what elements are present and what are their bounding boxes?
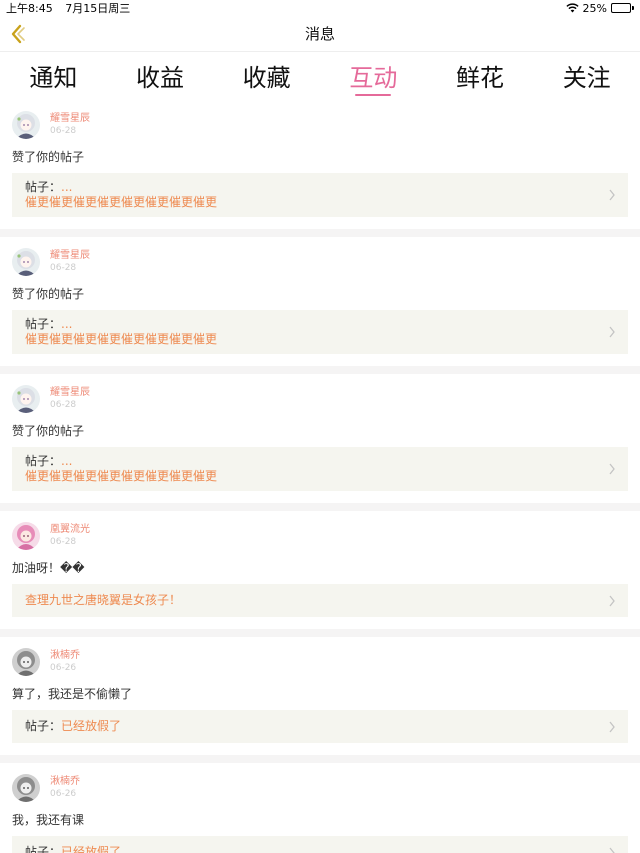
tab-earnings[interactable]: 收益: [107, 52, 214, 100]
interaction-feed: 耀雪星辰 06-28 赞了你的帖子 帖子：... 催更催更催更催更催更催更催更催更 耀雪星…: [0, 100, 640, 853]
tab-following[interactable]: 关注: [533, 52, 640, 100]
tab-favorites[interactable]: 收藏: [213, 52, 320, 100]
quote-title: ...: [61, 180, 73, 194]
avatar[interactable]: [12, 647, 40, 676]
status-time: 上午8:45: [6, 2, 53, 15]
user-meta: 耀雪星辰 06-28: [50, 112, 90, 137]
timestamp: 06-28: [50, 400, 77, 410]
wifi-icon: [565, 3, 579, 13]
card-header: 耀雪星辰 06-28: [12, 237, 628, 278]
status-date: 7月15日周三: [65, 2, 131, 15]
avatar[interactable]: [12, 773, 40, 802]
card-header: 耀雪星辰 06-28: [12, 374, 628, 415]
card-header: 湫楠乔 06-26: [12, 763, 628, 804]
quote-text: 已经放假了: [61, 719, 122, 733]
comment-text: 我，我还有课: [12, 813, 85, 827]
quote-text: 催更催更催更催更催更催更催更催更: [25, 469, 218, 483]
card-header: 凰翼流光 06-28: [12, 511, 628, 552]
quoted-post-link[interactable]: 帖子：已经放假了: [12, 836, 628, 853]
chevron-right-icon: [609, 189, 615, 201]
comment-text: 加油呀！��: [12, 561, 85, 575]
user-meta: 凰翼流光 06-28: [50, 523, 90, 548]
timestamp: 06-26: [50, 789, 77, 799]
interaction-card: 耀雪星辰 06-28 赞了你的帖子帖子：... 催更催更催更催更催更催更催更催更: [0, 237, 640, 366]
quoted-post-link[interactable]: 帖子：已经放假了: [12, 710, 628, 743]
chevron-right-icon: [609, 847, 615, 853]
quote-label: 帖子：: [25, 317, 62, 331]
avatar[interactable]: [12, 521, 40, 550]
battery-icon: [611, 3, 634, 13]
chevron-right-icon: [609, 463, 615, 475]
quote-title: ...: [61, 317, 73, 331]
quoted-post-link[interactable]: 帖子：... 催更催更催更催更催更催更催更催更: [12, 173, 628, 217]
timestamp: 06-28: [50, 126, 77, 136]
back-button[interactable]: [8, 23, 28, 45]
quote-label: 帖子：: [25, 845, 62, 853]
interaction-card: 湫楠乔 06-26 算了，我还是不偷懒了帖子：已经放假了: [0, 637, 640, 755]
card-header: 湫楠乔 06-26: [12, 637, 628, 678]
comment-text: 赞了你的帖子: [12, 287, 85, 301]
page-title: 消息: [304, 25, 335, 43]
quote-title: ...: [61, 454, 73, 468]
username[interactable]: 耀雪星辰: [50, 386, 90, 399]
chevron-right-icon: [609, 721, 615, 732]
status-left: 上午8:45 7月15日周三: [6, 0, 139, 16]
quoted-post-link[interactable]: 帖子：... 催更催更催更催更催更催更催更催更: [12, 447, 628, 491]
timestamp: 06-28: [50, 537, 77, 547]
tab-notifications[interactable]: 通知: [0, 52, 107, 100]
battery-percent: 25%: [582, 1, 607, 15]
avatar[interactable]: [12, 247, 40, 276]
quote-label: 帖子：: [25, 180, 62, 194]
quote-text: 查理九世之唐晓翼是女孩子！: [25, 593, 182, 607]
status-bar: 上午8:45 7月15日周三 25%: [0, 0, 640, 16]
status-right: 25%: [565, 1, 634, 15]
chevron-right-icon: [609, 326, 615, 338]
user-meta: 湫楠乔 06-26: [50, 775, 80, 800]
username[interactable]: 凰翼流光: [50, 523, 90, 536]
comment-text: 算了，我还是不偷懒了: [12, 687, 133, 701]
quoted-post-link[interactable]: 帖子：... 催更催更催更催更催更催更催更催更: [12, 310, 628, 354]
user-meta: 耀雪星辰 06-28: [50, 249, 90, 274]
card-header: 耀雪星辰 06-28: [12, 100, 628, 141]
user-meta: 耀雪星辰 06-28: [50, 386, 90, 411]
timestamp: 06-26: [50, 663, 77, 673]
username[interactable]: 湫楠乔: [50, 775, 80, 788]
quote-text: 已经放假了: [61, 845, 122, 853]
timestamp: 06-28: [50, 263, 77, 273]
interaction-card: 耀雪星辰 06-28 赞了你的帖子帖子：... 催更催更催更催更催更催更催更催更: [0, 374, 640, 503]
quote-text: 催更催更催更催更催更催更催更催更: [25, 195, 218, 209]
avatar[interactable]: [12, 384, 40, 413]
comment-text: 赞了你的帖子: [12, 150, 85, 164]
comment-text: 赞了你的帖子: [12, 424, 85, 438]
interaction-card: 湫楠乔 06-26 我，我还有课帖子：已经放假了: [0, 763, 640, 853]
quote-label: 帖子：: [25, 454, 62, 468]
tab-bar: 通知 收益 收藏 互动 鲜花 关注: [0, 52, 640, 100]
username[interactable]: 湫楠乔: [50, 649, 80, 662]
username[interactable]: 耀雪星辰: [50, 249, 90, 262]
user-meta: 湫楠乔 06-26: [50, 649, 80, 674]
avatar[interactable]: [12, 110, 40, 139]
tab-interactions[interactable]: 互动: [320, 52, 427, 100]
chevron-right-icon: [609, 595, 615, 606]
quote-label: 帖子：: [25, 719, 62, 733]
quote-text: 催更催更催更催更催更催更催更催更: [25, 332, 218, 346]
tab-flowers[interactable]: 鲜花: [427, 52, 534, 100]
chevron-left-icon: [11, 24, 25, 44]
interaction-card: 凰翼流光 06-28 加油呀！�� 查理九世之唐晓翼是女孩子！: [0, 511, 640, 629]
username[interactable]: 耀雪星辰: [50, 112, 90, 125]
quoted-post-link[interactable]: 查理九世之唐晓翼是女孩子！: [12, 584, 628, 617]
interaction-card: 耀雪星辰 06-28 赞了你的帖子帖子：... 催更催更催更催更催更催更催更催更: [0, 100, 640, 229]
nav-bar: 消息: [0, 16, 640, 52]
